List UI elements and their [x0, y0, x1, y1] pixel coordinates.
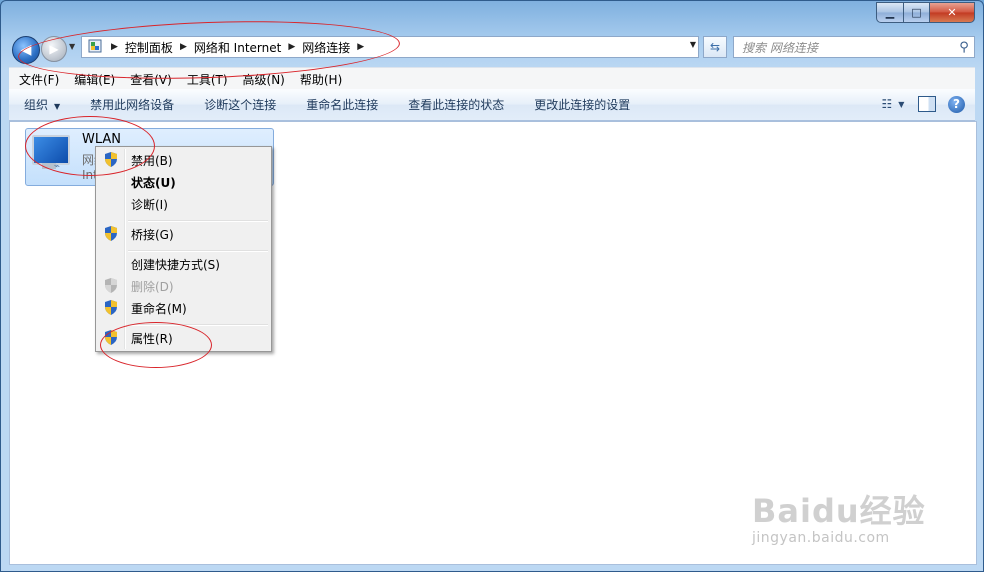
- refresh-button[interactable]: ⇆: [703, 36, 727, 58]
- organize-dropdown-icon: ▼: [54, 102, 61, 111]
- watermark-url: jingyan.baidu.com: [752, 530, 890, 546]
- menu-item-label: 桥接(G): [131, 227, 174, 242]
- search-box[interactable]: 搜索 网络连接 ⚲: [733, 36, 975, 58]
- uac-shield-icon: [105, 300, 117, 315]
- organize-button[interactable]: 组织 ▼: [9, 96, 75, 113]
- search-icon[interactable]: ⚲: [954, 40, 974, 55]
- help-icon[interactable]: ?: [948, 95, 965, 113]
- change-settings-button[interactable]: 更改此连接的设置: [519, 96, 645, 113]
- view-status-button[interactable]: 查看此连接的状态: [393, 96, 519, 113]
- menu-separator: [128, 250, 268, 252]
- menu-item-label: 创建快捷方式(S): [131, 257, 220, 272]
- close-button[interactable]: ✕: [929, 2, 975, 23]
- menu-item-rename[interactable]: 重命名(M): [98, 297, 269, 319]
- menu-item-diagnose[interactable]: 诊断(I): [98, 193, 269, 215]
- maximize-button[interactable]: □: [903, 2, 929, 23]
- command-bar-right: ☷ ▼ ?: [880, 94, 965, 114]
- menu-item-label: 状态(U): [131, 175, 176, 190]
- disable-device-button[interactable]: 禁用此网络设备: [75, 96, 189, 113]
- menu-item-delete: 删除(D): [98, 275, 269, 297]
- uac-shield-icon: [105, 278, 117, 293]
- menu-item-status[interactable]: 状态(U): [98, 171, 269, 193]
- watermark-logo-text: Baidu经验: [752, 492, 926, 530]
- menu-item-label: 重命名(M): [131, 301, 187, 316]
- refresh-icon: ⇆: [709, 40, 721, 54]
- organize-label: 组织: [24, 98, 49, 112]
- diagnose-button[interactable]: 诊断这个连接: [189, 96, 291, 113]
- menu-item-label: 诊断(I): [131, 197, 168, 212]
- uac-shield-icon: [105, 226, 117, 241]
- menu-help[interactable]: 帮助(H): [290, 71, 347, 88]
- context-menu: 禁用(B) 状态(U) 诊断(I) 桥接(G) 创建快捷方式(S) 删除(D) …: [95, 146, 272, 352]
- command-bar: 组织 ▼ 禁用此网络设备 诊断这个连接 重命名此连接 查看此连接的状态 更改此连接…: [9, 89, 975, 121]
- baidu-watermark: Baidu经验 jingyan.baidu.com: [752, 486, 926, 546]
- rename-connection-button[interactable]: 重命名此连接: [291, 96, 393, 113]
- change-view-icon[interactable]: ☷ ▼: [880, 94, 906, 114]
- menu-item-label: 删除(D): [131, 279, 174, 294]
- annotation-ellipse-wlan: [25, 116, 155, 176]
- search-input[interactable]: 搜索 网络连接: [742, 39, 954, 56]
- caption-buttons: ▁ □ ✕: [876, 2, 975, 23]
- minimize-button[interactable]: ▁: [876, 2, 903, 23]
- menu-item-create-shortcut[interactable]: 创建快捷方式(S): [98, 253, 269, 275]
- preview-pane-icon[interactable]: [918, 96, 936, 112]
- menu-item-bridge[interactable]: 桥接(G): [98, 223, 269, 245]
- menu-separator: [128, 220, 268, 222]
- annotation-ellipse-properties: [100, 322, 212, 368]
- menu-file[interactable]: 文件(F): [9, 71, 64, 88]
- address-dropdown-icon[interactable]: ▼: [690, 40, 696, 49]
